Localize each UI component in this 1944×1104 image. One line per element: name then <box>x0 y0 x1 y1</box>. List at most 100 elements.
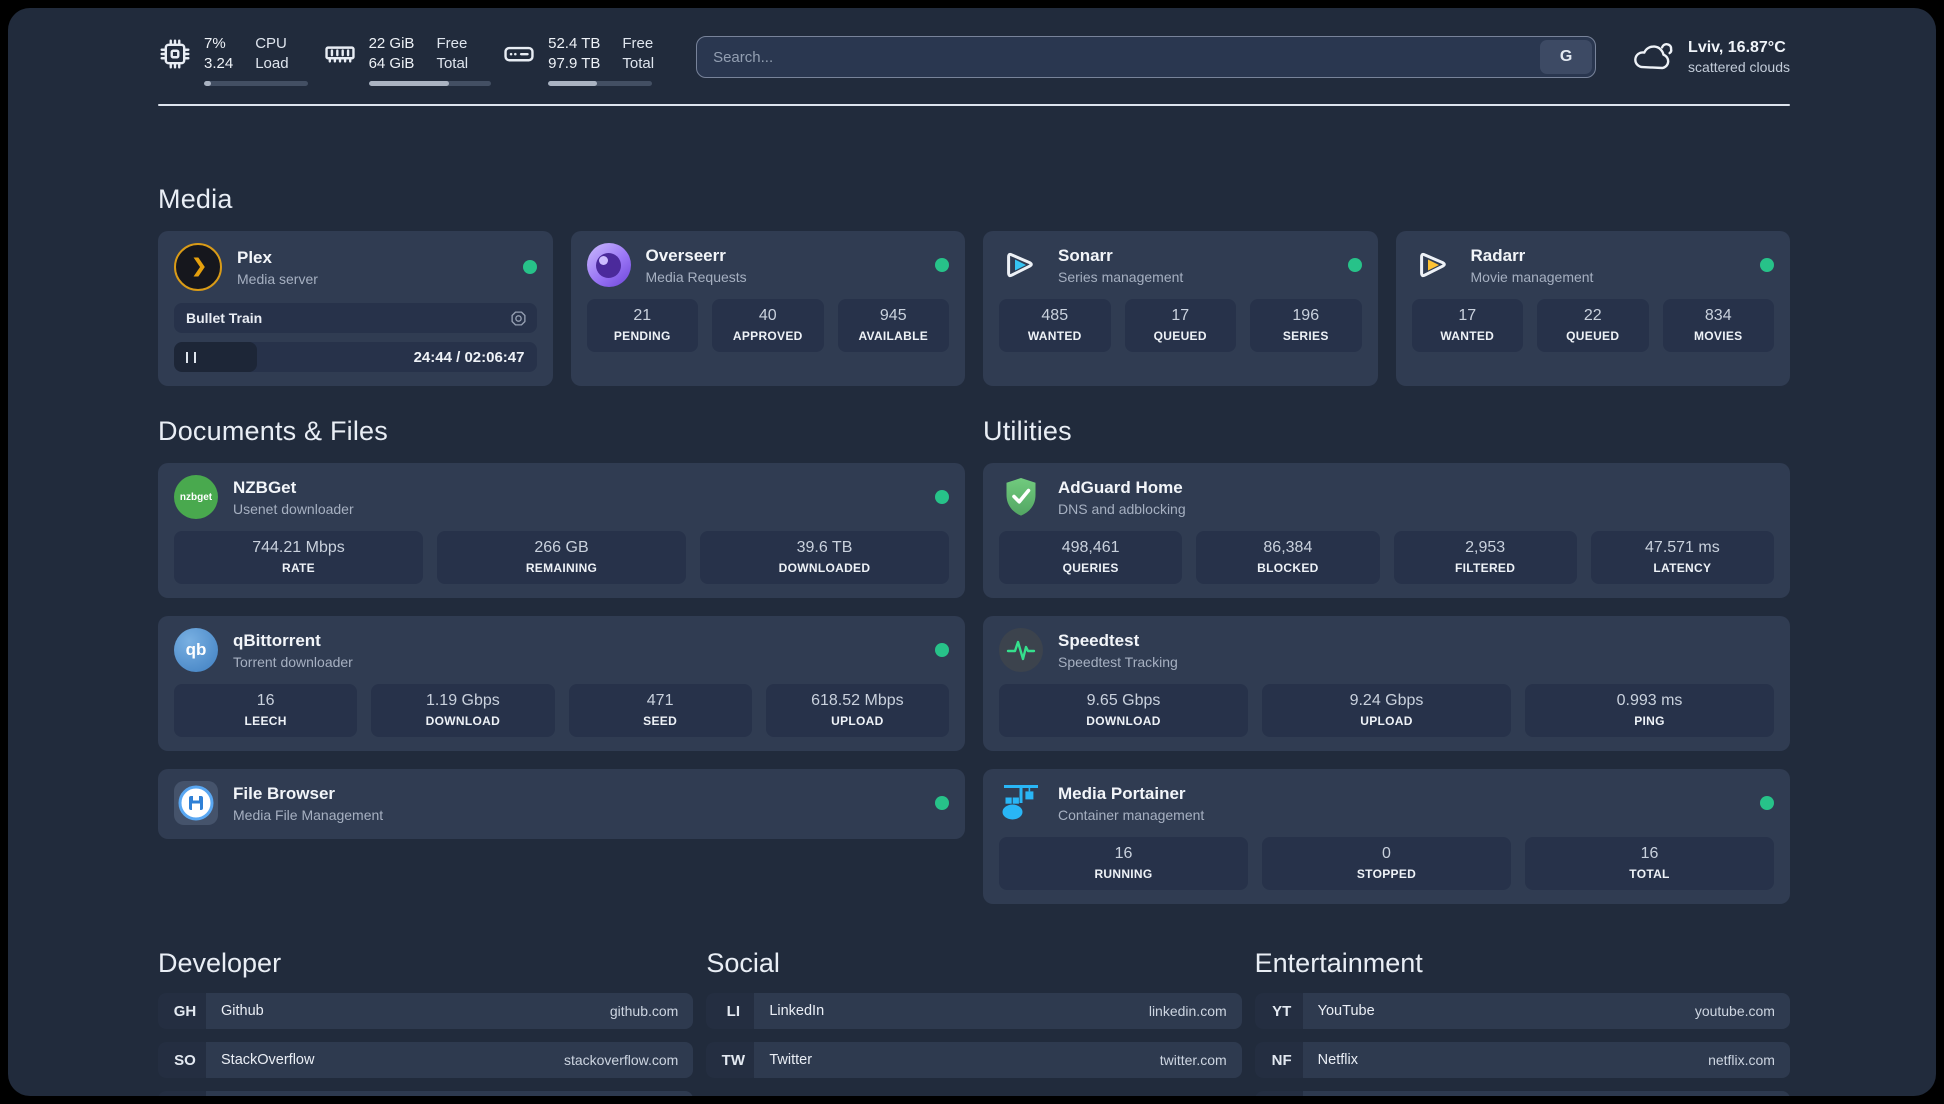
cpu-load-label: Load <box>255 55 289 72</box>
stat-tile: 17 QUEUED <box>1124 299 1236 352</box>
memory-progress-bar <box>368 81 491 87</box>
cpu-label: CPU <box>255 34 287 52</box>
bookmark-twitter[interactable]: TW Twitter twitter.com <box>706 1042 1242 1078</box>
cloud-icon <box>1634 43 1673 70</box>
bookmark-linkedin[interactable]: LI LinkedIn linkedin.com <box>706 993 1242 1029</box>
app-description: Media Requests <box>645 268 747 285</box>
bookmark-url: twitter.com <box>1159 1052 1227 1068</box>
stat-tile: 16 RUNNING <box>999 837 1248 890</box>
app-name: AdGuard Home <box>1058 477 1183 497</box>
app-card-overseerr[interactable]: Overseerr Media Requests 21 PENDING 40 APP… <box>570 231 965 386</box>
app-card-qbittorrent[interactable]: qb qBittorrent Torrent downloader 16 LEEC… <box>158 616 965 751</box>
app-card-radarr[interactable]: Radarr Movie management 17 WANTED 22 QUEUE… <box>1395 231 1790 386</box>
bookmark-reddit[interactable]: RE Redditreddit.com <box>1254 1091 1790 1096</box>
cpu-stat: 7% 3.24 CPU Load <box>158 34 308 87</box>
cpu-value: 7% <box>204 34 226 52</box>
stat-tile: 0.993 ms PING <box>1525 684 1774 737</box>
disk-progress-bar <box>548 81 653 87</box>
utilities-column: AdGuard Home DNS and adblocking 498,461 Q… <box>983 463 1790 904</box>
section-title-utilities: Utilities <box>983 416 1072 446</box>
overseerr-logo-icon <box>586 243 631 287</box>
app-name: Plex <box>237 247 272 267</box>
disk-free-label: Free <box>622 34 654 52</box>
search-input[interactable] <box>696 36 1597 78</box>
app-card-plex[interactable]: Plex Media server Bullet Train 24:44 / 0… <box>158 231 553 386</box>
cpu-load-value: 3.24 <box>204 55 234 72</box>
app-name: File Browser <box>233 783 336 803</box>
bookmark-url: stackoverflow.com <box>563 1052 679 1068</box>
stat-tile: 39.6 TB DOWNLOADED <box>700 531 949 584</box>
mem-total-label: Total <box>436 55 469 72</box>
app-card-speedtest[interactable]: Speedtest Speedtest Tracking 9.65 Gbps DO… <box>983 616 1790 751</box>
bookmark-name: YouTube <box>1317 1003 1375 1019</box>
disk-total-value: 97.9 TB <box>548 55 601 72</box>
bookmark-name: StackOverflow <box>221 1052 315 1068</box>
app-card-sonarr[interactable]: Sonarr Series management 485 WANTED 17 QUE… <box>983 231 1378 386</box>
stat-tile: 9.24 Gbps UPLOAD <box>1262 684 1511 737</box>
weather-location-temp: Lviv, 16.87°C <box>1688 39 1786 56</box>
bookmark-url: netflix.com <box>1708 1052 1775 1068</box>
pause-icon <box>186 351 196 363</box>
bookmark-url: linkedin.com <box>1148 1003 1227 1019</box>
app-name: Sonarr <box>1058 245 1113 265</box>
status-dot <box>935 490 949 504</box>
stat-tile: 16 TOTAL <box>1525 837 1774 890</box>
bookmark-url: youtube.com <box>1694 1003 1775 1019</box>
status-dot <box>1347 258 1362 272</box>
app-description: Media server <box>237 270 318 287</box>
mem-total-value: 64 GiB <box>368 55 415 72</box>
movie-icon <box>510 310 526 326</box>
section-title-documents: Documents & Files <box>158 416 388 446</box>
app-description: Series management <box>1058 268 1184 285</box>
app-name: Overseerr <box>645 245 726 265</box>
stat-tile: 0 STOPPED <box>1262 837 1511 890</box>
stat-tile: 485 WANTED <box>999 299 1111 352</box>
app-card-portainer[interactable]: Media Portainer Container management 16 R… <box>983 769 1790 904</box>
status-dot <box>1760 258 1774 272</box>
weather-condition: scattered clouds <box>1688 59 1790 75</box>
qbittorrent-logo-icon: qb <box>174 628 218 672</box>
stat-tile: 618.52 Mbps UPLOAD <box>765 684 949 737</box>
bookmark-stackoverflow[interactable]: SO StackOverflow stackoverflow.com <box>158 1042 694 1078</box>
stat-tile: 266 GB REMAINING <box>437 531 686 584</box>
bookmark-name: Twitter <box>769 1052 813 1068</box>
bookmark-abbr: RE <box>1254 1091 1309 1096</box>
bookmark-abbr: DT <box>158 1091 212 1096</box>
section-title-entertainment: Entertainment <box>1254 948 1423 978</box>
stat-tile: 22 QUEUED <box>1537 299 1649 352</box>
stat-tile: 86,384 BLOCKED <box>1196 531 1380 584</box>
stat-tile: 196 SERIES <box>1250 299 1362 352</box>
section-title-media: Media <box>158 184 233 214</box>
top-bar: 7% 3.24 CPU Load 22 GiB 64 GiB Free Total <box>158 34 1790 87</box>
app-card-adguard[interactable]: AdGuard Home DNS and adblocking 498,461 Q… <box>983 463 1790 598</box>
now-playing-row: Bullet Train <box>174 303 537 333</box>
app-card-filebrowser[interactable]: File Browser Media File Management <box>158 769 965 839</box>
disk-progress-fill <box>548 81 597 87</box>
adguard-logo-icon <box>999 475 1043 519</box>
speedtest-logo-icon <box>999 628 1043 672</box>
nzbget-logo-icon: nzbget <box>174 475 218 519</box>
stat-tile: 945 AVAILABLE <box>837 299 949 352</box>
now-playing-progress-bar: 24:44 / 02:06:47 <box>174 342 537 372</box>
bookmark-dev[interactable]: DT DEVdev.to <box>158 1091 694 1096</box>
cpu-progress-fill <box>204 81 212 87</box>
bookmark-abbr: YT <box>1254 993 1309 1029</box>
search-provider-button[interactable]: G <box>1540 40 1593 74</box>
bookmark-abbr: GH <box>158 993 212 1029</box>
stat-tile: 498,461 QUERIES <box>999 531 1183 584</box>
bookmark-youtube[interactable]: YT YouTube youtube.com <box>1254 993 1790 1029</box>
app-card-nzbget[interactable]: nzbget NZBGet Usenet downloader 744.21 M… <box>158 463 965 598</box>
bookmark-abbr: LI <box>706 993 761 1029</box>
app-description: DNS and adblocking <box>1058 500 1186 517</box>
header-divider <box>158 104 1790 106</box>
bookmark-abbr: NF <box>1254 1042 1309 1078</box>
portainer-logo-icon <box>999 781 1043 825</box>
stat-tile: 744.21 Mbps RATE <box>174 531 423 584</box>
disk-stat: 52.4 TB 97.9 TB Free Total <box>502 34 654 87</box>
bookmark-netflix[interactable]: NF Netflix netflix.com <box>1254 1042 1790 1078</box>
stat-tile: 17 WANTED <box>1411 299 1523 352</box>
app-name: qBittorrent <box>233 630 321 650</box>
now-playing-title: Bullet Train <box>186 310 263 326</box>
bookmark-github[interactable]: GH Github github.com <box>158 993 694 1029</box>
stat-tile: 16 LEECH <box>174 684 358 737</box>
